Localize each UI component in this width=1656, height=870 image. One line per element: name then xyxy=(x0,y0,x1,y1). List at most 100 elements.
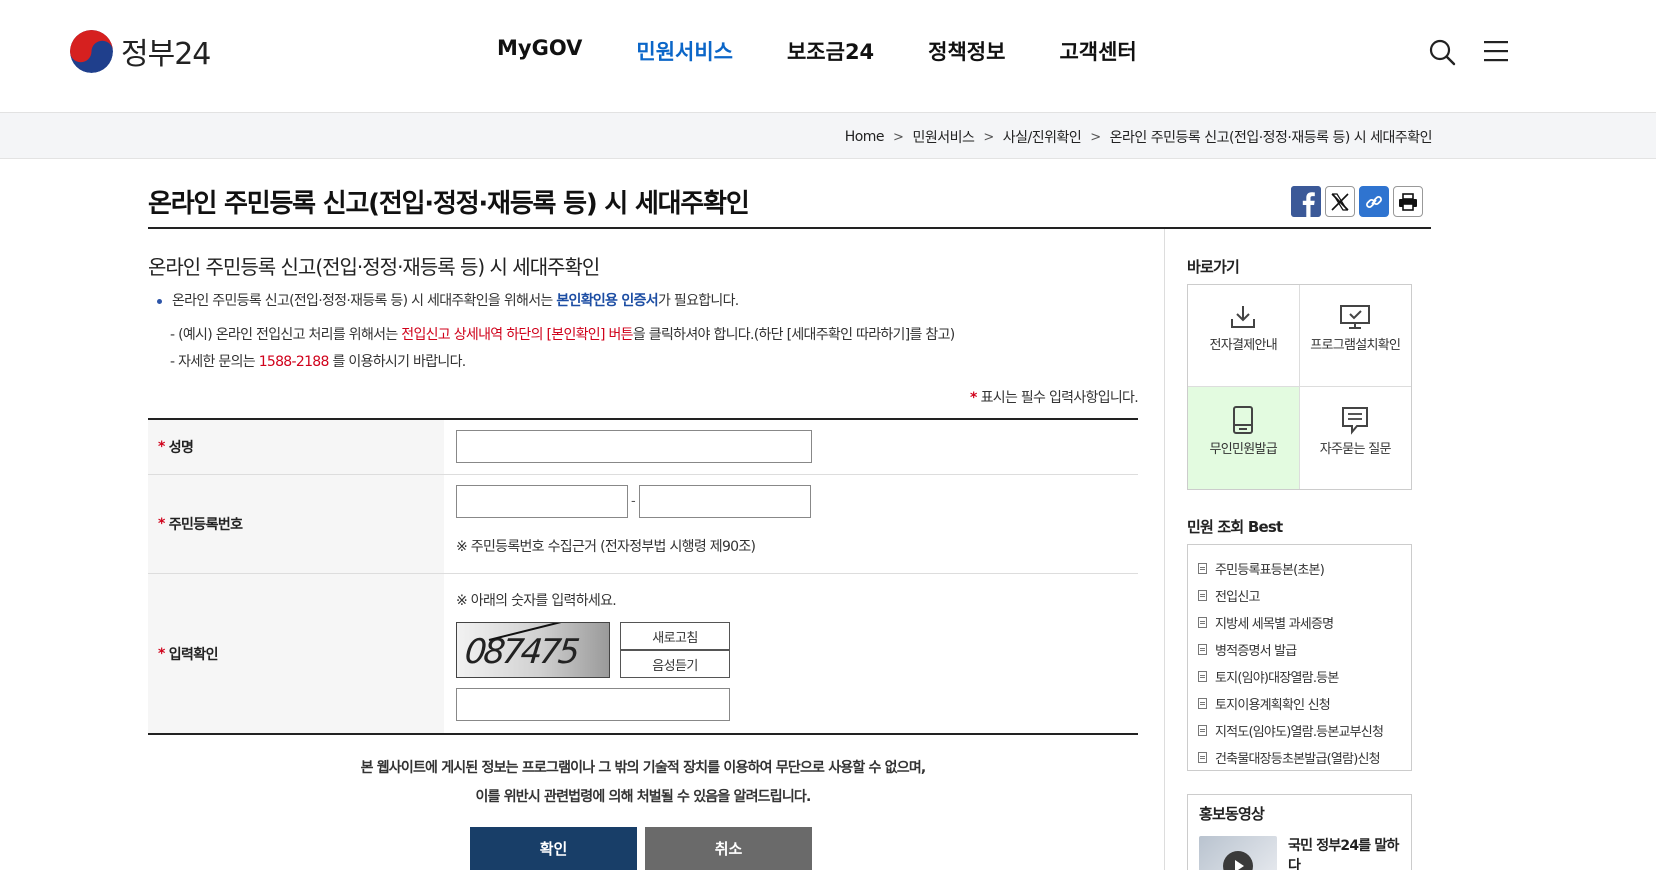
best-item-label: 토지(임야)대장열람.등본 xyxy=(1215,671,1339,686)
captcha-label-text: 입력확인 xyxy=(168,646,219,663)
captcha-digits: 087475 xyxy=(462,632,579,672)
contact-phone: 1588-2188 xyxy=(258,354,330,370)
captcha-hint: ※ 아래의 숫자를 입력하세요. xyxy=(456,593,617,609)
captcha-input[interactable] xyxy=(456,688,730,721)
best-item[interactable]: 병적증명서 발급 xyxy=(1198,636,1401,663)
form-row-rrn: * 주민등록번호 - ※ 주민등록번호 수집근거 (전자정부법 시행령 제90조) xyxy=(148,475,1138,574)
chevron-right-icon: > xyxy=(983,129,994,145)
quick-link-epayment[interactable]: 전자결제안내 xyxy=(1188,285,1300,387)
monitor-check-icon xyxy=(1340,305,1371,329)
best-item[interactable]: 지방세 세목별 과세증명 xyxy=(1198,609,1401,636)
required-note: * 표시는 필수 입력사항입니다. xyxy=(969,387,1139,407)
rrn-label-text: 주민등록번호 xyxy=(168,517,243,533)
notice-text: 온라인 주민등록 신고(전입·정정·재등록 등) 시 세대주확인을 위해서는 xyxy=(172,293,557,309)
document-icon xyxy=(1198,698,1207,709)
quick-link-program-check[interactable]: 프로그램설치확인 xyxy=(1299,285,1411,387)
nav-customer-center[interactable]: 고객센터 xyxy=(1059,36,1136,68)
quick-link-label: 자주묻는 질문 xyxy=(1319,442,1392,457)
document-icon xyxy=(1198,752,1207,763)
required-star-icon: * xyxy=(158,516,165,532)
nav-subsidy24[interactable]: 보조금24 xyxy=(787,36,874,68)
x-twitter-icon[interactable] xyxy=(1325,186,1355,217)
promo-video-item[interactable]: 국민 정부24를 말하다 xyxy=(1288,836,1406,870)
document-icon xyxy=(1198,644,1207,655)
notice-text: 가 필요합니다. xyxy=(657,293,739,309)
breadcrumb-current[interactable]: 온라인 주민등록 신고(전입·정정·재등록 등) 시 세대주확인 xyxy=(1110,127,1433,147)
notice-emphasis: 전입신고 상세내역 하단의 [본인확인] 버튼 xyxy=(401,327,633,343)
nav-mygov[interactable]: MyGOV xyxy=(497,36,582,68)
document-icon xyxy=(1198,671,1207,682)
rrn-dash: - xyxy=(631,494,636,509)
notice-text: - 자세한 문의는 xyxy=(170,354,259,370)
best-item-label: 주민등록표등본(초본) xyxy=(1215,563,1325,578)
document-icon xyxy=(1198,563,1207,574)
best-item[interactable]: 지적도(임야도)열람.등본교부신청 xyxy=(1198,717,1401,744)
nav-civil-service[interactable]: 민원서비스 xyxy=(636,36,733,68)
best-item[interactable]: 토지이용계획확인 신청 xyxy=(1198,690,1401,717)
best-item[interactable]: 건축물대장등초본발급(열람)신청 xyxy=(1198,744,1401,771)
logo-text: 정부24 xyxy=(121,37,211,72)
breadcrumb-civil-service[interactable]: 민원서비스 xyxy=(912,127,974,147)
notice-emphasis: 본인확인용 인증서 xyxy=(556,293,658,309)
document-icon xyxy=(1198,617,1207,628)
section-subtitle: 온라인 주민등록 신고(전입·정정·재등록 등) 시 세대주확인 xyxy=(148,255,600,279)
notice-text: 을 클릭하셔야 합니다.(하단 [세대주확인 따라하기]를 참고) xyxy=(632,327,955,343)
hamburger-menu-icon[interactable] xyxy=(1483,39,1509,63)
rrn-legal-hint: ※ 주민등록번호 수집근거 (전자정부법 시행령 제90조) xyxy=(456,539,756,555)
rrn-back-input[interactable] xyxy=(638,485,811,518)
name-input[interactable] xyxy=(456,430,812,463)
best-item[interactable]: 전입신고 xyxy=(1198,582,1401,609)
name-label: * 성명 xyxy=(148,420,444,474)
breadcrumb: Home > 민원서비스 > 사실/진위확인 > 온라인 주민등록 신고(전입·… xyxy=(845,127,1433,147)
best-item[interactable]: 토지(임야)대장열람.등본 xyxy=(1198,663,1401,690)
quick-link-faq[interactable]: 자주묻는 질문 xyxy=(1300,387,1412,489)
sidebar-divider xyxy=(1164,229,1165,870)
required-star-icon: * xyxy=(969,390,977,406)
taegeuk-logo-icon xyxy=(70,29,113,73)
chevron-right-icon: > xyxy=(893,129,904,145)
breadcrumb-verification[interactable]: 사실/진위확인 xyxy=(1003,127,1082,147)
best-services-list: 주민등록표등본(초본) 전입신고 지방세 세목별 과세증명 병적증명서 발급 토… xyxy=(1187,544,1412,771)
captcha-image: 087475 xyxy=(456,622,610,678)
facebook-icon[interactable] xyxy=(1291,186,1321,217)
notice-example: - (예시) 온라인 전입신고 처리를 위해서는 전입신고 상세내역 하단의 [… xyxy=(170,324,955,344)
captcha-audio-button[interactable]: 음성듣기 xyxy=(620,650,730,678)
nav-policy-info[interactable]: 정책정보 xyxy=(928,36,1005,68)
main-nav: MyGOV 민원서비스 보조금24 정책정보 고객센터 xyxy=(497,36,1191,68)
title-divider xyxy=(148,227,1431,229)
best-item-label: 전입신고 xyxy=(1215,590,1260,605)
rrn-front-input[interactable] xyxy=(456,485,628,518)
notice-certificate: 온라인 주민등록 신고(전입·정정·재등록 등) 시 세대주확인을 위해서는 본… xyxy=(157,290,739,310)
document-icon xyxy=(1198,590,1207,601)
promo-video-title: 홍보동영상 xyxy=(1199,805,1265,823)
quick-links-title: 바로가기 xyxy=(1187,258,1240,276)
confirm-button[interactable]: 확인 xyxy=(470,827,637,870)
best-services-title: 민원 조회 Best xyxy=(1187,518,1283,536)
notice-contact: - 자세한 문의는 1588-2188 를 이용하시기 바랍니다. xyxy=(170,351,466,371)
bullet-icon xyxy=(157,298,162,304)
best-item-label: 병적증명서 발급 xyxy=(1215,644,1297,659)
print-icon[interactable] xyxy=(1393,186,1423,217)
quick-link-kiosk[interactable]: 무인민원발급 xyxy=(1188,387,1300,489)
search-icon[interactable] xyxy=(1428,38,1456,66)
legal-notice-line1: 본 웹사이트에 게시된 정보는 프로그램이나 그 밖의 기술적 장치를 이용하여… xyxy=(360,760,927,776)
rrn-label: * 주민등록번호 xyxy=(148,475,444,573)
share-toolbar xyxy=(1291,186,1423,217)
best-item-label: 건축물대장등초본발급(열람)신청 xyxy=(1215,752,1381,767)
required-star-icon: * xyxy=(158,439,165,455)
quick-link-label: 무인민원발급 xyxy=(1209,442,1278,457)
best-item-label: 지방세 세목별 과세증명 xyxy=(1215,617,1334,632)
best-item[interactable]: 주민등록표등본(초본) xyxy=(1198,555,1401,582)
link-copy-icon[interactable] xyxy=(1359,186,1389,217)
captcha-refresh-button[interactable]: 새로고침 xyxy=(620,622,730,650)
play-icon[interactable] xyxy=(1223,851,1253,870)
breadcrumb-home[interactable]: Home xyxy=(845,129,885,145)
verification-form: * 성명 * 주민등록번호 - ※ 주민등록번호 수집근거 (전자정부법 시행령 제… xyxy=(148,418,1138,735)
required-note-text: 표시는 필수 입력사항입니다. xyxy=(980,390,1139,406)
speech-bubble-icon xyxy=(1342,407,1369,435)
quick-links-grid: 전자결제안내 프로그램설치확인 무인민원발급 자주묻는 질문 xyxy=(1187,284,1412,490)
cancel-button[interactable]: 취소 xyxy=(645,827,812,870)
site-logo[interactable]: 정부24 xyxy=(70,29,211,73)
name-label-text: 성명 xyxy=(168,440,194,456)
best-item-label: 지적도(임야도)열람.등본교부신청 xyxy=(1215,725,1384,740)
